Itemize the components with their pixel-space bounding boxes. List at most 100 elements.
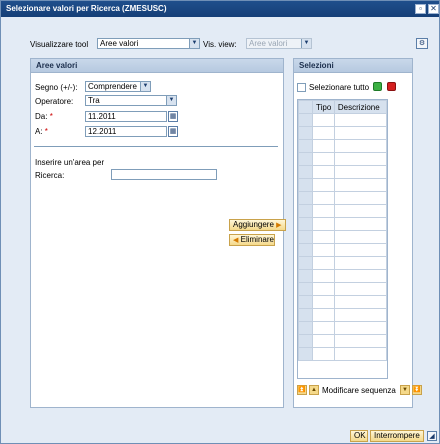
ok-button[interactable]: OK bbox=[350, 430, 368, 442]
row-selector-cell[interactable] bbox=[298, 191, 313, 205]
table-cell[interactable] bbox=[333, 256, 388, 270]
chevron-down-icon[interactable]: ▼ bbox=[140, 82, 150, 91]
table-cell[interactable] bbox=[312, 282, 335, 296]
to-field[interactable]: 12.2011 bbox=[85, 126, 167, 137]
table-cell[interactable] bbox=[312, 308, 335, 322]
row-selector-cell[interactable] bbox=[298, 347, 313, 361]
resize-grip-icon[interactable]: ◢ bbox=[427, 431, 437, 441]
row-selector-cell[interactable] bbox=[298, 152, 313, 166]
row-selector-cell[interactable] bbox=[298, 295, 313, 309]
table-cell[interactable] bbox=[333, 243, 388, 257]
table-cell[interactable] bbox=[333, 269, 388, 283]
table-cell[interactable] bbox=[312, 334, 335, 348]
row-selector-cell[interactable] bbox=[298, 217, 313, 231]
table-cell[interactable] bbox=[312, 347, 335, 361]
column-header-description[interactable]: Descrizione bbox=[333, 100, 388, 114]
remove-button[interactable]: ◀ Eliminare bbox=[229, 234, 275, 246]
table-cell[interactable] bbox=[312, 295, 335, 309]
table-cell[interactable] bbox=[333, 191, 388, 205]
row-selector-cell[interactable] bbox=[298, 256, 313, 270]
row-selector-cell[interactable] bbox=[298, 321, 313, 335]
table-cell[interactable] bbox=[312, 126, 335, 140]
move-down-icon[interactable]: ▼ bbox=[400, 385, 410, 395]
column-header-type[interactable]: Tipo bbox=[312, 100, 335, 114]
table-cell[interactable] bbox=[333, 321, 388, 335]
table-row[interactable] bbox=[298, 243, 388, 257]
table-cell[interactable] bbox=[312, 321, 335, 335]
row-selector-header[interactable] bbox=[298, 100, 313, 114]
row-selector-cell[interactable] bbox=[298, 282, 313, 296]
row-selector-cell[interactable] bbox=[298, 139, 313, 153]
chevron-down-icon[interactable]: ▼ bbox=[166, 96, 176, 105]
table-row[interactable] bbox=[298, 321, 388, 335]
table-cell[interactable] bbox=[312, 204, 335, 218]
table-cell[interactable] bbox=[333, 230, 388, 244]
move-up-icon[interactable]: ▲ bbox=[309, 385, 319, 395]
table-row[interactable] bbox=[298, 165, 388, 179]
from-field[interactable]: 11.2011 bbox=[85, 111, 167, 122]
calendar-icon[interactable]: ▦ bbox=[168, 111, 178, 122]
table-row[interactable] bbox=[298, 295, 388, 309]
table-cell[interactable] bbox=[312, 256, 335, 270]
table-cell[interactable] bbox=[333, 308, 388, 322]
row-selector-cell[interactable] bbox=[298, 230, 313, 244]
table-cell[interactable] bbox=[333, 334, 388, 348]
table-cell[interactable] bbox=[312, 243, 335, 257]
row-selector-cell[interactable] bbox=[298, 178, 313, 192]
table-cell[interactable] bbox=[312, 230, 335, 244]
row-selector-cell[interactable] bbox=[298, 165, 313, 179]
maximize-icon[interactable]: ▫ bbox=[415, 4, 426, 14]
view-select[interactable]: Aree valori ▼ bbox=[97, 38, 200, 49]
settings-icon[interactable]: ⚙ bbox=[416, 38, 428, 49]
operator-select[interactable]: Tra ▼ bbox=[85, 95, 177, 106]
table-cell[interactable] bbox=[312, 269, 335, 283]
search-field[interactable] bbox=[111, 169, 217, 180]
table-cell[interactable] bbox=[333, 282, 388, 296]
table-cell[interactable] bbox=[333, 152, 388, 166]
table-cell[interactable] bbox=[333, 204, 388, 218]
row-selector-cell[interactable] bbox=[298, 126, 313, 140]
row-selector-cell[interactable] bbox=[298, 243, 313, 257]
table-row[interactable] bbox=[298, 191, 388, 205]
table-row[interactable] bbox=[298, 217, 388, 231]
table-cell[interactable] bbox=[333, 347, 388, 361]
table-cell[interactable] bbox=[333, 217, 388, 231]
table-row[interactable] bbox=[298, 230, 388, 244]
table-row[interactable] bbox=[298, 308, 388, 322]
select-all-checkbox[interactable] bbox=[297, 83, 306, 92]
table-row[interactable] bbox=[298, 113, 388, 127]
close-icon[interactable]: ✕ bbox=[428, 4, 439, 14]
table-cell[interactable] bbox=[333, 178, 388, 192]
row-selector-cell[interactable] bbox=[298, 308, 313, 322]
add-button[interactable]: Aggiungere ▶ bbox=[229, 219, 286, 231]
table-row[interactable] bbox=[298, 152, 388, 166]
table-row[interactable] bbox=[298, 347, 388, 361]
table-row[interactable] bbox=[298, 139, 388, 153]
table-row[interactable] bbox=[298, 204, 388, 218]
table-row[interactable] bbox=[298, 334, 388, 348]
cancel-button[interactable]: Interrompere bbox=[370, 430, 424, 442]
move-to-bottom-icon[interactable]: ⏬ bbox=[412, 385, 422, 395]
green-status-icon[interactable] bbox=[373, 82, 382, 91]
table-cell[interactable] bbox=[312, 178, 335, 192]
table-cell[interactable] bbox=[312, 139, 335, 153]
table-cell[interactable] bbox=[333, 139, 388, 153]
sign-select[interactable]: Comprendere ▼ bbox=[85, 81, 151, 92]
table-row[interactable] bbox=[298, 178, 388, 192]
table-cell[interactable] bbox=[333, 295, 388, 309]
chevron-down-icon[interactable]: ▼ bbox=[189, 39, 199, 48]
row-selector-cell[interactable] bbox=[298, 334, 313, 348]
table-cell[interactable] bbox=[333, 165, 388, 179]
calendar-icon[interactable]: ▦ bbox=[168, 126, 178, 137]
row-selector-cell[interactable] bbox=[298, 269, 313, 283]
table-row[interactable] bbox=[298, 282, 388, 296]
table-cell[interactable] bbox=[312, 113, 335, 127]
red-status-icon[interactable] bbox=[387, 82, 396, 91]
table-cell[interactable] bbox=[312, 217, 335, 231]
table-row[interactable] bbox=[298, 269, 388, 283]
table-cell[interactable] bbox=[312, 152, 335, 166]
table-cell[interactable] bbox=[333, 126, 388, 140]
table-row[interactable] bbox=[298, 256, 388, 270]
row-selector-cell[interactable] bbox=[298, 204, 313, 218]
table-cell[interactable] bbox=[312, 165, 335, 179]
